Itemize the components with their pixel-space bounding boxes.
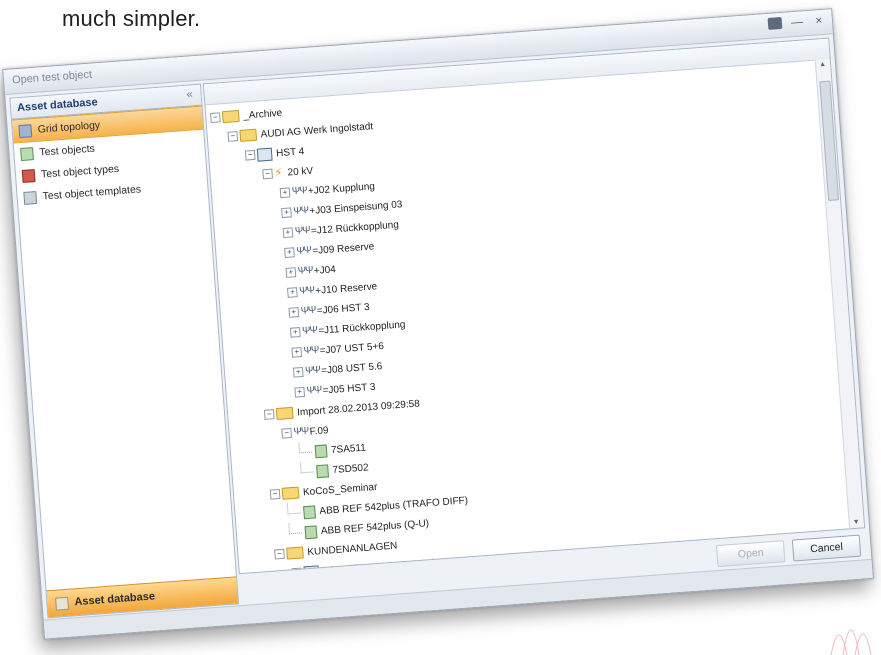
open-button[interactable]: Open — [716, 540, 786, 568]
open-test-object-dialog: Open test object — × Asset database « Gr… — [2, 8, 874, 640]
collapse-icon[interactable]: − — [262, 168, 273, 180]
caption-text: much simpler. — [62, 6, 201, 31]
device-icon — [314, 443, 328, 458]
collapse-icon[interactable]: − — [244, 149, 256, 161]
device-icon — [304, 524, 318, 539]
tree-node-label: +J02 Kupplung — [307, 180, 376, 197]
tree-connector — [288, 521, 303, 534]
tree-connector — [286, 502, 301, 514]
test-object-icon — [20, 146, 34, 161]
nav-item-label: Test object types — [40, 162, 120, 181]
asset-database-pane: Asset database « Grid topology Test obje… — [9, 83, 240, 619]
folder-icon — [239, 128, 258, 142]
bay-icon: ΨΨ — [294, 225, 311, 238]
tree-node-label: =J06 HST 3 — [316, 301, 370, 317]
footer-label: Asset database — [74, 590, 156, 609]
collapse-icon[interactable]: − — [263, 409, 275, 420]
dialog-stage: Open test object — × Asset database « Gr… — [2, 8, 874, 640]
grid-icon — [18, 123, 33, 138]
expand-icon[interactable]: + — [279, 187, 291, 199]
tree-node-label: +J10 Reserve — [314, 280, 378, 297]
nav-item-label: Grid topology — [37, 119, 101, 136]
collapse-pane-icon[interactable]: « — [186, 88, 193, 100]
bay-icon: ΨΨ — [291, 185, 308, 198]
tree-node-label: KoCoS_Seminar — [302, 481, 378, 498]
bay-icon: ΨΨ — [301, 324, 318, 337]
folder-icon — [275, 406, 294, 421]
collapse-icon[interactable]: − — [269, 488, 281, 500]
close-icon[interactable]: × — [811, 13, 826, 28]
tree-node-label: =J11 Rückkopplung — [317, 318, 406, 337]
bay-icon: ΨΨ — [295, 245, 312, 258]
expand-icon[interactable]: + — [281, 207, 292, 219]
tree-connector — [298, 441, 313, 453]
collapse-icon[interactable]: − — [274, 548, 285, 560]
expand-icon[interactable]: + — [288, 307, 300, 318]
cancel-button[interactable]: Cancel — [791, 534, 862, 562]
tree-node-label: =J07 UST 5+6 — [319, 340, 385, 357]
test-object-type-icon — [21, 168, 36, 183]
asset-tree: − _Archive − AUDI AG Werk Ingolstadt − HST 4−… — [210, 64, 854, 575]
tree-node-label: +J04 — [313, 263, 337, 277]
folder-icon — [286, 546, 304, 560]
tree-node-label: F.09 — [309, 424, 329, 438]
expand-icon[interactable]: + — [282, 227, 294, 239]
bay-icon: ΨΨ — [293, 205, 309, 218]
expand-icon[interactable]: + — [285, 267, 297, 278]
collapse-icon[interactable]: − — [210, 112, 221, 124]
bay-icon: ΨΨ — [297, 264, 313, 278]
scroll-up-icon[interactable]: ▲ — [819, 61, 826, 68]
expand-icon[interactable]: + — [284, 247, 295, 258]
minimize-icon[interactable]: — — [789, 14, 804, 29]
expand-icon[interactable]: + — [289, 327, 301, 338]
tree-node-label: =J12 Rückkopplung — [310, 219, 400, 237]
nav-item-label: Test object templates — [42, 183, 142, 203]
tree-node-label: +J03 Einspeisung 03 — [309, 198, 403, 217]
dialog-title: Open test object — [11, 68, 93, 87]
nav-item-label: Test objects — [39, 142, 96, 159]
tree-pane: − _Archive − AUDI AG Werk Ingolstadt − HST 4−… — [202, 37, 866, 575]
collapse-icon[interactable]: − — [227, 131, 239, 142]
expand-icon[interactable]: + — [292, 366, 304, 378]
tree-node-label: =J05 HST 3 — [322, 381, 376, 397]
tree-node-label: =J08 UST 5.6 — [320, 360, 383, 377]
database-icon — [55, 596, 69, 611]
tree-node-label: 7SD502 — [332, 461, 369, 476]
restore-icon[interactable] — [767, 16, 783, 30]
device-icon — [303, 504, 316, 519]
bay-icon: ΨΨ — [303, 344, 319, 357]
expand-icon[interactable]: + — [294, 386, 306, 398]
collapse-icon[interactable]: − — [291, 567, 303, 575]
tree-node-label: HST 4 — [275, 145, 305, 159]
scroll-down-icon[interactable]: ▼ — [852, 519, 859, 526]
window-controls: — × — [767, 13, 826, 31]
template-icon — [23, 190, 38, 205]
tree-connector — [299, 460, 314, 473]
bay-icon: ΨΨ — [306, 384, 322, 397]
tree-node-label: 20 kV — [287, 165, 314, 179]
folder-icon — [281, 486, 300, 500]
bay-icon: ΨΨ — [300, 304, 316, 317]
tree-node-label: 7SA511 — [330, 442, 367, 456]
asset-database-title: Asset database — [16, 96, 99, 115]
folder-icon — [221, 109, 240, 124]
tree-node-label: KUNDENANLAGEN — [307, 540, 398, 558]
substation-icon — [303, 564, 320, 575]
tree-node-label: =J09 Reserve — [311, 240, 375, 257]
voltage-level-icon: ⚡ — [274, 166, 283, 180]
bay-icon: ΨΨ — [304, 364, 321, 377]
decorative-curves — [830, 629, 872, 655]
device-icon — [316, 463, 329, 478]
collapse-icon[interactable]: − — [281, 427, 293, 439]
bay-icon: ΨΨ — [298, 284, 315, 297]
tree-node-label: _Archive — [242, 107, 283, 122]
bay-icon: ΨΨ — [293, 425, 309, 438]
expand-icon[interactable]: + — [291, 346, 303, 358]
expand-icon[interactable]: + — [287, 287, 298, 298]
substation-icon — [256, 147, 273, 162]
